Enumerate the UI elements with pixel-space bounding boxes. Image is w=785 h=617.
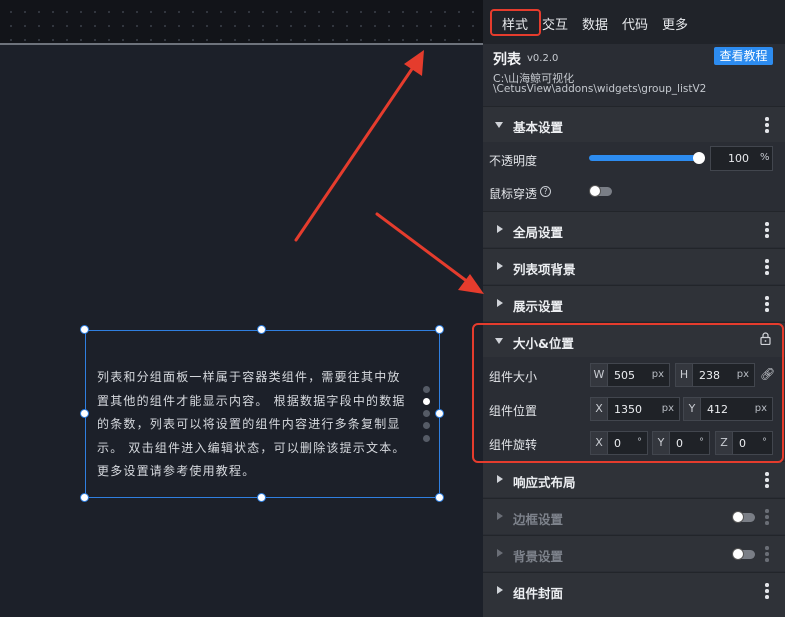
more-vertical-icon[interactable] xyxy=(765,472,769,488)
ruler-divider xyxy=(0,43,483,45)
section-label: 全局设置 xyxy=(513,225,564,240)
section-widget-cover[interactable]: 组件封面 xyxy=(483,572,785,617)
section-background-settings[interactable]: 背景设置 xyxy=(483,535,785,571)
widget-path-line2: \CetusView\addons\widgets\group_listV2 xyxy=(493,83,707,95)
pager-dot[interactable] xyxy=(423,435,430,442)
widget-title: 列表 xyxy=(493,52,521,68)
resize-handle-top[interactable] xyxy=(257,325,266,334)
more-vertical-icon[interactable] xyxy=(765,583,769,599)
chevron-down-icon xyxy=(495,122,503,128)
section-label: 组件封面 xyxy=(513,586,564,601)
section-label: 基本设置 xyxy=(513,120,564,135)
resize-handle-right[interactable] xyxy=(435,409,444,418)
canvas-area[interactable]: 列表和分组面板一样属于容器类组件，需要往其中放 置其他的组件才能显示内容。 根据… xyxy=(0,0,483,617)
section-basic-settings[interactable]: 基本设置 xyxy=(483,106,785,142)
widget-info: 列表 v0.2.0 查看教程 C:\山海鲸可视化 \CetusView\addo… xyxy=(483,44,785,106)
more-vertical-icon[interactable] xyxy=(765,117,769,133)
section-item-background[interactable]: 列表项背景 xyxy=(483,248,785,284)
more-vertical-icon[interactable] xyxy=(765,509,769,525)
more-vertical-icon[interactable] xyxy=(765,546,769,562)
opacity-label: 不透明度 xyxy=(489,154,538,168)
more-vertical-icon[interactable] xyxy=(765,296,769,312)
section-label: 边框设置 xyxy=(513,512,564,527)
chevron-right-icon xyxy=(497,225,503,233)
widget-hint-text: 列表和分组面板一样属于容器类组件，需要往其中放 置其他的组件才能显示内容。 根据… xyxy=(97,370,406,478)
chevron-right-icon xyxy=(497,262,503,270)
opacity-value: 100 xyxy=(728,152,749,165)
pager-dot[interactable] xyxy=(423,386,430,393)
mouse-through-toggle[interactable] xyxy=(589,185,612,197)
top-ruler xyxy=(0,0,483,44)
property-panel: 样式 交互 数据 代码 更多 列表 v0.2.0 查看教程 C:\山海鲸可视化 … xyxy=(483,0,785,617)
chevron-right-icon xyxy=(497,586,503,594)
border-toggle[interactable] xyxy=(732,511,755,523)
mouse-through-label: 鼠标穿透 xyxy=(489,187,538,201)
pager-dot[interactable] xyxy=(423,422,430,429)
view-tutorial-button[interactable]: 查看教程 xyxy=(714,47,773,65)
section-label: 列表项背景 xyxy=(513,262,576,277)
chevron-right-icon xyxy=(497,549,503,557)
more-vertical-icon[interactable] xyxy=(765,259,769,275)
tab-data[interactable]: 数据 xyxy=(582,14,608,33)
opacity-slider[interactable] xyxy=(589,155,701,161)
chevron-right-icon xyxy=(497,475,503,483)
section-label: 响应式布局 xyxy=(513,475,576,490)
widget-version: v0.2.0 xyxy=(527,53,559,64)
tab-code[interactable]: 代码 xyxy=(622,14,648,33)
tab-interaction[interactable]: 交互 xyxy=(542,14,568,33)
panel-tabs: 样式 交互 数据 代码 更多 xyxy=(483,0,785,44)
size-position-highlight-annotation xyxy=(472,323,784,463)
background-toggle[interactable] xyxy=(732,548,755,560)
pager-dot-active[interactable] xyxy=(423,398,430,405)
resize-handle-bottom-right[interactable] xyxy=(435,493,444,502)
section-display-settings[interactable]: 展示设置 xyxy=(483,285,785,321)
tab-more[interactable]: 更多 xyxy=(662,14,688,33)
resize-handle-top-left[interactable] xyxy=(80,325,89,334)
chevron-right-icon xyxy=(497,512,503,520)
opacity-unit: % xyxy=(760,152,770,163)
section-label: 展示设置 xyxy=(513,299,564,314)
section-border-settings[interactable]: 边框设置 xyxy=(483,498,785,534)
resize-handle-bottom-left[interactable] xyxy=(80,493,89,502)
help-circle-icon[interactable]: ? xyxy=(540,186,551,197)
resize-handle-left[interactable] xyxy=(80,409,89,418)
opacity-slider-handle[interactable] xyxy=(693,152,705,164)
resize-handle-top-right[interactable] xyxy=(435,325,444,334)
section-responsive-layout[interactable]: 响应式布局 xyxy=(483,461,785,497)
section-label: 背景设置 xyxy=(513,549,564,564)
chevron-right-icon xyxy=(497,299,503,307)
resize-handle-bottom[interactable] xyxy=(257,493,266,502)
tab-highlight-annotation xyxy=(490,9,541,36)
pager-dot[interactable] xyxy=(423,410,430,417)
section-global-settings[interactable]: 全局设置 xyxy=(483,211,785,247)
more-vertical-icon[interactable] xyxy=(765,222,769,238)
